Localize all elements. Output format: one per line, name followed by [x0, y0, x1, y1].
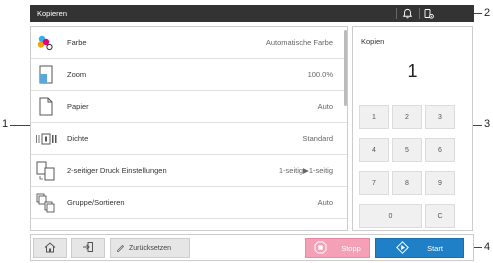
callout-number-3: 3	[484, 118, 491, 130]
key-4[interactable]: 4	[359, 138, 389, 162]
reset-label: Zurücksetzen	[129, 244, 172, 252]
reset-button[interactable]: Zurücksetzen	[110, 238, 190, 258]
key-7[interactable]: 7	[359, 171, 389, 195]
exit-icon	[82, 241, 94, 255]
callout-line-2	[474, 13, 482, 14]
list-scrollbar[interactable]	[344, 30, 347, 106]
color-dots-icon	[35, 31, 57, 55]
key-9[interactable]: 9	[425, 171, 455, 195]
duplex-icon	[35, 159, 57, 183]
copies-value: 1	[407, 61, 418, 81]
setting-row-duplex[interactable]: 2-seitiger Druck Einstellungen 1-seitig▶…	[31, 155, 347, 187]
setting-row-color[interactable]: Farbe Automatische Farbe	[31, 27, 347, 59]
bell-icon[interactable]	[398, 5, 416, 22]
title-separator	[396, 8, 397, 19]
setting-label: Papier	[67, 102, 89, 111]
callout-line-1	[10, 125, 30, 126]
bottom-action-bar: Zurücksetzen Stopp Start	[30, 234, 474, 261]
setting-row-paper[interactable]: Papier Auto	[31, 91, 347, 123]
key-8[interactable]: 8	[392, 171, 422, 195]
exit-button[interactable]	[71, 238, 105, 258]
callout-line-4	[474, 247, 482, 248]
density-icon	[35, 127, 57, 151]
setting-label: Dichte	[67, 134, 89, 143]
start-button[interactable]: Start	[375, 238, 464, 258]
callout-line-3	[473, 125, 482, 126]
stop-button[interactable]: Stopp	[305, 238, 370, 258]
stop-label: Stopp	[341, 243, 361, 253]
setting-value: 100.0%	[307, 70, 333, 79]
paper-icon	[35, 95, 57, 119]
callout-number-4: 4	[484, 241, 491, 253]
setting-label: 2-seitiger Druck Einstellungen	[67, 166, 167, 175]
title-bar: Kopieren	[30, 5, 474, 22]
screen-title: Kopieren	[37, 9, 68, 18]
setting-label: Gruppe/Sortieren	[67, 198, 125, 207]
stop-octagon-icon	[314, 241, 327, 256]
key-1[interactable]: 1	[359, 105, 389, 129]
key-2[interactable]: 2	[392, 105, 422, 129]
zoom-page-icon	[35, 63, 57, 87]
sort-icon	[35, 191, 57, 215]
setting-row-density[interactable]: Dichte Standard	[31, 123, 347, 155]
setting-label: Zoom	[67, 70, 87, 79]
setting-value: Standard	[302, 134, 333, 143]
setting-value: Auto	[317, 198, 333, 207]
gear-phone-icon[interactable]	[420, 5, 438, 22]
key-6[interactable]: 6	[425, 138, 455, 162]
setting-row-zoom[interactable]: Zoom 100.0%	[31, 59, 347, 91]
home-button[interactable]	[33, 238, 67, 258]
setting-value: Automatische Farbe	[265, 38, 333, 47]
setting-value: 1-seitig▶1-seitig	[278, 166, 333, 175]
callout-number-1: 1	[2, 118, 9, 130]
key-5[interactable]: 5	[392, 138, 422, 162]
pencil-icon	[116, 243, 125, 254]
callout-number-2: 2	[484, 7, 491, 19]
key-0[interactable]: 0	[359, 204, 422, 228]
key-3[interactable]: 3	[425, 105, 455, 129]
copy-settings-list: Farbe Automatische Farbe Zoom 100.0% Pap…	[30, 26, 348, 231]
start-label: Start	[427, 243, 443, 253]
setting-value: Auto	[317, 102, 333, 111]
setting-label: Farbe	[67, 38, 87, 47]
copies-label: Kopien	[361, 37, 385, 46]
setting-row-sort[interactable]: Gruppe/Sortieren Auto	[31, 187, 347, 219]
key-clear[interactable]: C	[425, 204, 455, 228]
copies-keypad-panel: Kopien 1 1 2 3 4 5 6 7 8 9 0 C	[352, 26, 473, 231]
start-diamond-icon	[396, 240, 409, 256]
home-icon	[44, 241, 56, 255]
